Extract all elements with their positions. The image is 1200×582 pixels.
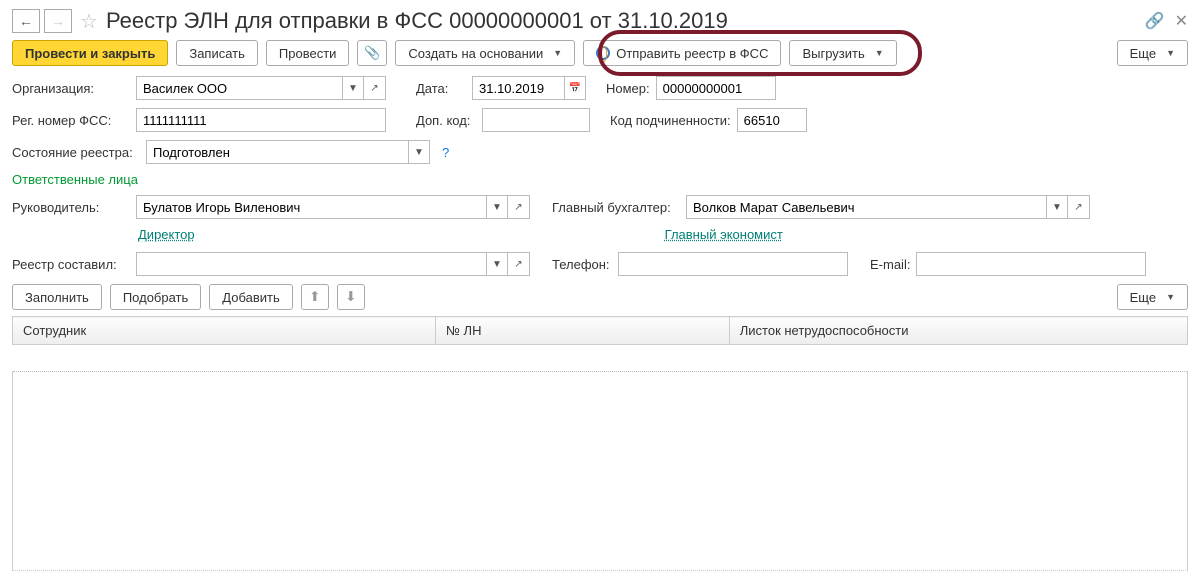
help-icon[interactable]: ? — [442, 145, 449, 160]
phone-input[interactable] — [618, 252, 848, 276]
dop-code-input[interactable] — [482, 108, 590, 132]
move-up-button[interactable]: ⬆ — [301, 284, 329, 310]
calendar-icon[interactable]: 📅 — [564, 76, 586, 100]
export-button[interactable]: Выгрузить ▼ — [789, 40, 896, 66]
table-more-label: Еще — [1130, 290, 1156, 305]
post-and-close-button[interactable]: Провести и закрыть — [12, 40, 168, 66]
send-fss-label: Отправить реестр в ФСС — [616, 46, 768, 61]
column-sick-leave[interactable]: Листок нетрудоспособности — [729, 317, 1187, 345]
move-down-button[interactable]: ⬇ — [337, 284, 365, 310]
column-employee[interactable]: Сотрудник — [13, 317, 436, 345]
open-icon[interactable]: ↗ — [364, 76, 386, 100]
reg-number-input[interactable] — [136, 108, 386, 132]
back-button[interactable]: ← — [12, 9, 40, 33]
chevron-down-icon: ▼ — [875, 48, 884, 58]
accountant-input[interactable] — [686, 195, 1046, 219]
accountant-position-link[interactable]: Главный экономист — [665, 227, 783, 242]
create-based-label: Создать на основании — [408, 46, 543, 61]
column-ln-number[interactable]: № ЛН — [436, 317, 730, 345]
head-label: Руководитель: — [12, 200, 130, 215]
date-input[interactable] — [472, 76, 564, 100]
reg-number-label: Рег. номер ФСС: — [12, 113, 130, 128]
dropdown-icon[interactable]: ▼ — [486, 195, 508, 219]
dropdown-icon[interactable]: ▼ — [486, 252, 508, 276]
date-label: Дата: — [416, 81, 466, 96]
open-icon[interactable]: ↗ — [508, 195, 530, 219]
chevron-down-icon: ▼ — [553, 48, 562, 58]
favorite-star-icon[interactable]: ☆ — [80, 9, 98, 34]
head-position-link[interactable]: Директор — [138, 227, 195, 242]
registry-state-input[interactable] — [146, 140, 408, 164]
organization-label: Организация: — [12, 81, 130, 96]
save-button[interactable]: Записать — [176, 40, 258, 66]
add-button[interactable]: Добавить — [209, 284, 292, 310]
pick-button[interactable]: Подобрать — [110, 284, 201, 310]
export-label: Выгрузить — [802, 46, 864, 61]
head-input[interactable] — [136, 195, 486, 219]
number-label: Номер: — [606, 81, 650, 96]
subordination-code-label: Код подчиненности: — [610, 113, 731, 128]
compiled-by-label: Реестр составил: — [12, 257, 130, 272]
chevron-down-icon: ▼ — [1166, 48, 1175, 58]
fill-button[interactable]: Заполнить — [12, 284, 102, 310]
subordination-code-input[interactable] — [737, 108, 807, 132]
open-icon[interactable]: ↗ — [1068, 195, 1090, 219]
dropdown-icon[interactable]: ▼ — [408, 140, 430, 164]
open-icon[interactable]: ↗ — [508, 252, 530, 276]
registry-state-label: Состояние реестра: — [12, 145, 140, 160]
responsible-section-title: Ответственные лица — [12, 172, 1188, 187]
chevron-down-icon: ▼ — [1166, 292, 1175, 302]
number-input[interactable] — [656, 76, 776, 100]
post-button[interactable]: Провести — [266, 40, 350, 66]
dropdown-icon[interactable]: ▼ — [342, 76, 364, 100]
table-more-button[interactable]: Еще ▼ — [1117, 284, 1188, 310]
forward-button[interactable]: → — [44, 9, 72, 33]
page-title: Реестр ЭЛН для отправки в ФСС 0000000000… — [106, 8, 1141, 34]
create-based-on-button[interactable]: Создать на основании ▼ — [395, 40, 575, 66]
more-label: Еще — [1130, 46, 1156, 61]
globe-icon — [596, 46, 610, 60]
table-body-empty[interactable] — [12, 371, 1188, 571]
registry-table[interactable]: Сотрудник № ЛН Листок нетрудоспособности — [12, 316, 1188, 345]
compiled-by-input[interactable] — [136, 252, 486, 276]
accountant-label: Главный бухгалтер: — [552, 200, 680, 215]
close-icon[interactable]: ✕ — [1175, 11, 1188, 31]
more-button[interactable]: Еще ▼ — [1117, 40, 1188, 66]
dop-code-label: Доп. код: — [416, 113, 476, 128]
send-to-fss-button[interactable]: Отправить реестр в ФСС — [583, 40, 781, 66]
organization-input[interactable] — [136, 76, 342, 100]
link-icon[interactable]: 🔗 — [1145, 11, 1165, 31]
attach-button[interactable]: 📎 — [357, 40, 387, 66]
main-toolbar: Провести и закрыть Записать Провести 📎 С… — [12, 40, 1188, 66]
email-input[interactable] — [916, 252, 1146, 276]
dropdown-icon[interactable]: ▼ — [1046, 195, 1068, 219]
email-label: E-mail: — [870, 257, 910, 272]
phone-label: Телефон: — [552, 257, 612, 272]
